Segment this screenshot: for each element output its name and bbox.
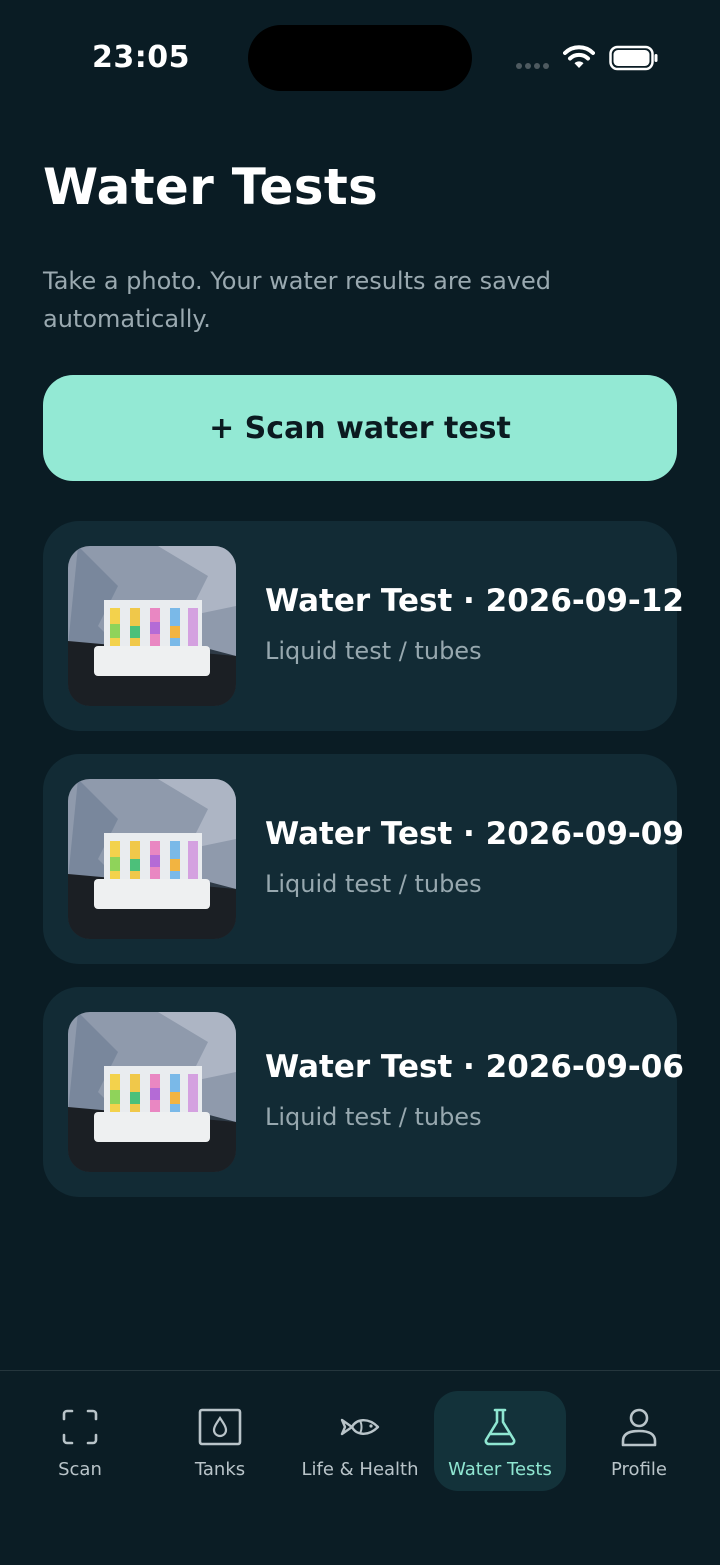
tab-scan[interactable]: Scan bbox=[14, 1391, 146, 1491]
fish-icon bbox=[340, 1418, 380, 1436]
tab-label: Water Tests bbox=[448, 1459, 552, 1480]
battery-icon bbox=[609, 45, 658, 71]
flask-icon bbox=[484, 1408, 516, 1446]
test-type: Liquid test / tubes bbox=[265, 870, 482, 898]
tab-label: Tanks bbox=[194, 1459, 246, 1480]
scan-frame-icon bbox=[62, 1409, 98, 1445]
test-type: Liquid test / tubes bbox=[265, 637, 482, 665]
wifi-icon bbox=[563, 45, 595, 68]
tab-label: Scan bbox=[58, 1459, 102, 1480]
tab-label: Life & Health bbox=[301, 1459, 419, 1480]
tab-label: Profile bbox=[611, 1459, 667, 1480]
tab-tanks[interactable]: Tanks bbox=[154, 1391, 286, 1491]
test-photo-thumbnail bbox=[68, 546, 236, 706]
test-photo-thumbnail bbox=[68, 779, 236, 939]
dynamic-island bbox=[248, 25, 472, 91]
tab-profile[interactable]: Profile bbox=[573, 1391, 705, 1491]
scan-water-test-button[interactable]: + Scan water test bbox=[43, 375, 677, 481]
test-photo-thumbnail bbox=[68, 1012, 236, 1172]
tab-water-tests[interactable]: Water Tests bbox=[434, 1391, 566, 1491]
cellular-signal-icon bbox=[516, 63, 549, 69]
water-test-card[interactable]: Water Test · 2026-09-09 Liquid test / tu… bbox=[43, 754, 684, 964]
status-time: 23:05 bbox=[92, 40, 190, 75]
test-type: Liquid test / tubes bbox=[265, 1103, 482, 1131]
test-title: Water Test · 2026-09-06 bbox=[265, 1049, 684, 1085]
page-subtitle: Take a photo. Your water results are sav… bbox=[43, 267, 551, 333]
test-title: Water Test · 2026-09-09 bbox=[265, 816, 684, 852]
tab-bar: Scan Tanks Life & Health Water Tests Pro… bbox=[0, 1370, 720, 1565]
page-title: Water Tests bbox=[43, 158, 379, 216]
test-title: Water Test · 2026-09-12 bbox=[265, 583, 684, 619]
tank-drop-icon bbox=[198, 1408, 242, 1446]
water-test-card[interactable]: Water Test · 2026-09-12 Liquid test / tu… bbox=[43, 521, 684, 731]
tab-life-health[interactable]: Life & Health bbox=[294, 1391, 426, 1491]
person-icon bbox=[621, 1408, 657, 1447]
water-test-card[interactable]: Water Test · 2026-09-06 Liquid test / tu… bbox=[43, 987, 684, 1197]
water-tests-screen: 23:05 Water Tests Take a photo. Your wat… bbox=[0, 0, 720, 1565]
